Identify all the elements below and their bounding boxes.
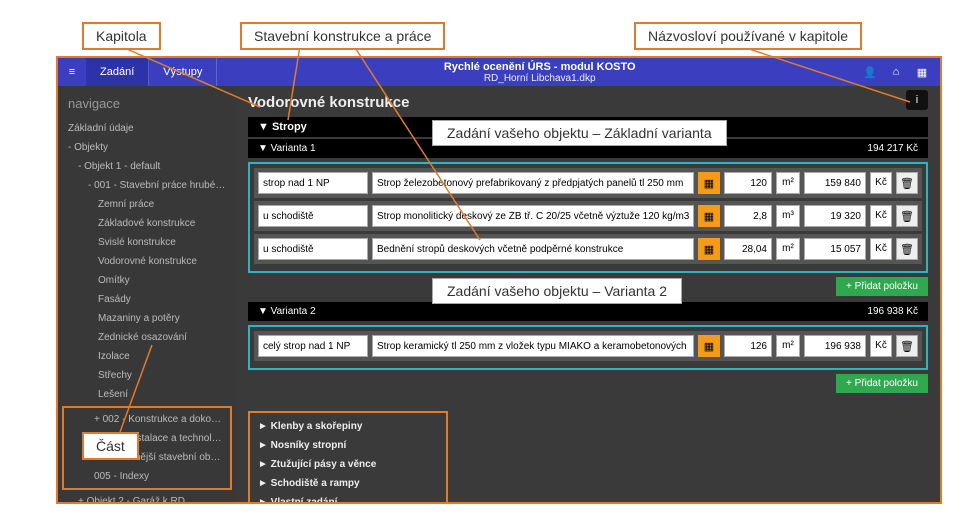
item-currency: Kč	[870, 172, 892, 194]
annotation-nazvoslovi: Názvosloví používané v kapitole	[634, 22, 862, 50]
app-title-main: Rychlé ocenění ÚRS - modul KOSTO	[217, 61, 862, 73]
variant1-block: ▦m²Kč🗑▦m³Kč🗑▦m²Kč🗑	[248, 162, 928, 273]
item-currency: Kč	[870, 205, 892, 227]
sidebar-item[interactable]: - Objekt 1 - default	[58, 157, 236, 176]
app-title: Rychlé ocenění ÚRS - modul KOSTO RD_Horn…	[217, 61, 862, 84]
item-name-input[interactable]	[258, 335, 368, 357]
app-tabs: Zadání Výstupy	[86, 58, 217, 86]
item-desc-input[interactable]	[372, 205, 694, 227]
item-row: ▦ m³ Kč🗑	[254, 201, 922, 231]
sidebar-item[interactable]: Střechy	[58, 366, 236, 385]
item-row: ▦ m² Kč🗑	[254, 168, 922, 198]
header-right-icons: 👤 ⌂ ▦	[862, 66, 940, 79]
picker-button[interactable]: ▦	[698, 238, 720, 260]
variant2-label: ▼ Varianta 2	[258, 306, 316, 317]
label-zadani-varianta2: Zadání vašeho objektu – Varianta 2	[432, 278, 682, 304]
item-price-input[interactable]	[804, 172, 866, 194]
subsection-item[interactable]: ► Schodiště a rampy	[252, 474, 444, 493]
page-title: Vodorovné konstrukce	[248, 94, 928, 111]
subsection-item[interactable]: ► Nosníky stropní	[252, 436, 444, 455]
delete-button[interactable]: 🗑	[896, 238, 918, 260]
sidebar-item[interactable]: Základové konstrukce	[58, 214, 236, 233]
sidebar-item[interactable]: Lešení	[58, 385, 236, 404]
sidebar-item[interactable]: Svislé konstrukce	[58, 233, 236, 252]
home-icon[interactable]: ⌂	[888, 66, 904, 79]
item-row: ▦ m² Kč🗑	[254, 331, 922, 361]
item-unit: m²	[776, 238, 800, 260]
item-desc-input[interactable]	[372, 172, 694, 194]
sidebar-item[interactable]: Zednické osazování	[58, 328, 236, 347]
item-desc-input[interactable]	[372, 335, 694, 357]
sidebar-item[interactable]: - 001 - Stavební práce hrubé s...	[58, 176, 236, 195]
annotation-konstrukce: Stavební konstrukce a práce	[240, 22, 445, 50]
annotation-kapitola: Kapitola	[82, 22, 161, 50]
variant2-total: 196 938 Kč	[867, 306, 918, 317]
picker-button[interactable]: ▦	[698, 172, 720, 194]
picker-button[interactable]: ▦	[698, 205, 720, 227]
item-qty-input[interactable]	[724, 172, 772, 194]
hamburger-icon[interactable]: ≡	[58, 66, 86, 78]
label-zadani-varianta1: Zadání vašeho objektu – Základní variant…	[432, 120, 727, 146]
item-price-input[interactable]	[804, 335, 866, 357]
sidebar-item[interactable]: Základní údaje	[58, 119, 236, 138]
variant2-header[interactable]: ▼ Varianta 2 196 938 Kč	[248, 302, 928, 321]
user-icon[interactable]: 👤	[862, 66, 878, 79]
item-qty-input[interactable]	[724, 335, 772, 357]
item-row: ▦ m² Kč🗑	[254, 234, 922, 264]
sidebar-item[interactable]: Vodorovné konstrukce	[58, 252, 236, 271]
item-name-input[interactable]	[258, 172, 368, 194]
grid-icon[interactable]: ▦	[914, 66, 930, 79]
item-unit: m²	[776, 335, 800, 357]
item-currency: Kč	[870, 335, 892, 357]
sidebar-item[interactable]: + 002 - Konstrukce a dokončov...	[64, 410, 230, 429]
add-item-button-v2[interactable]: + Přidat položku	[836, 374, 928, 393]
item-unit: m³	[776, 205, 800, 227]
subsection-item[interactable]: ► Klenby a skořepiny	[252, 417, 444, 436]
delete-button[interactable]: 🗑	[896, 205, 918, 227]
sidebar-item[interactable]: - Objekty	[58, 138, 236, 157]
annotation-cast: Část	[82, 432, 139, 460]
sidebar-item[interactable]: Zemní práce	[58, 195, 236, 214]
item-price-input[interactable]	[804, 238, 866, 260]
subsections-box: ► Klenby a skořepiny► Nosníky stropní► Z…	[248, 411, 448, 502]
sidebar-item[interactable]: Omítky	[58, 271, 236, 290]
sidebar-item[interactable]: Mazaniny a potěry	[58, 309, 236, 328]
picker-button[interactable]: ▦	[698, 335, 720, 357]
sidebar-item[interactable]: Fasády	[58, 290, 236, 309]
item-unit: m²	[776, 172, 800, 194]
add-item-button-v1[interactable]: + Přidat položku	[836, 277, 928, 296]
info-button[interactable]: i	[906, 90, 928, 110]
item-currency: Kč	[870, 238, 892, 260]
tab-vystupy[interactable]: Výstupy	[149, 58, 217, 86]
app-title-sub: RD_Horní Libchava1.dkp	[217, 73, 862, 84]
item-name-input[interactable]	[258, 205, 368, 227]
delete-button[interactable]: 🗑	[896, 335, 918, 357]
item-desc-input[interactable]	[372, 238, 694, 260]
variant2-block: ▦ m² Kč🗑	[248, 325, 928, 370]
app-header: ≡ Zadání Výstupy Rychlé ocenění ÚRS - mo…	[58, 58, 940, 86]
sidebar-item[interactable]: 005 - Indexy	[64, 467, 230, 486]
delete-button[interactable]: 🗑	[896, 172, 918, 194]
sidebar-title: navigace	[58, 92, 236, 119]
subsection-item[interactable]: ► Ztužující pásy a věnce	[252, 455, 444, 474]
tab-zadani[interactable]: Zadání	[86, 58, 149, 86]
sidebar-item[interactable]: + Objekt 2 - Garáž k RD	[58, 492, 236, 502]
item-price-input[interactable]	[804, 205, 866, 227]
subsection-item[interactable]: ► Vlastní zadání	[252, 493, 444, 502]
item-qty-input[interactable]	[724, 238, 772, 260]
sidebar-item[interactable]: Izolace	[58, 347, 236, 366]
item-name-input[interactable]	[258, 238, 368, 260]
variant1-total: 194 217 Kč	[867, 143, 918, 154]
item-qty-input[interactable]	[724, 205, 772, 227]
variant1-label: ▼ Varianta 1	[258, 143, 316, 154]
